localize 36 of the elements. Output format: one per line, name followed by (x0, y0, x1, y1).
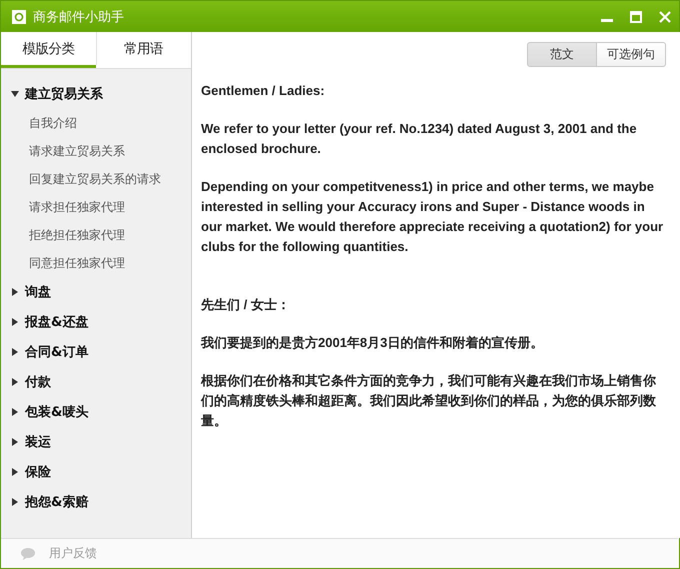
template-item[interactable]: 自我介绍 (11, 109, 191, 137)
collapsed-arrow-icon[interactable] (11, 468, 19, 476)
category-item[interactable]: 包装&唛头 (25, 403, 88, 421)
collapsed-arrow-icon[interactable] (11, 498, 19, 506)
template-item[interactable]: 拒绝担任独家代理 (11, 221, 191, 249)
category-item[interactable]: 付款 (25, 373, 51, 391)
view-toggle[interactable]: 可选例句 (597, 42, 666, 67)
category-item[interactable]: 装运 (25, 433, 51, 451)
category-item[interactable]: 询盘 (25, 283, 51, 301)
view-toggle[interactable]: 范文 (527, 42, 597, 67)
collapsed-arrow-icon[interactable] (11, 438, 19, 446)
letter-paragraph: Gentlemen / Ladies: (201, 82, 326, 100)
template-item[interactable]: 请求建立贸易关系 (11, 137, 191, 165)
collapsed-arrow-icon[interactable] (11, 318, 19, 326)
collapsed-arrow-icon[interactable] (11, 288, 19, 296)
close-icon[interactable] (659, 10, 671, 22)
category-item[interactable]: 合同&订单 (25, 343, 88, 361)
template-item[interactable]: 请求担任独家代理 (11, 193, 191, 221)
letter-paragraph: 先生们 / 女士： (201, 296, 291, 314)
template-item[interactable]: 同意担任独家代理 (11, 249, 191, 277)
category-item[interactable]: 保险 (25, 463, 51, 481)
window-title: 商务邮件小助手 (33, 8, 125, 26)
expanded-arrow-icon[interactable] (11, 90, 19, 98)
mail-logo-icon (11, 8, 27, 24)
collapsed-arrow-icon[interactable] (11, 378, 19, 386)
category-item[interactable]: 建立贸易关系 (25, 85, 103, 103)
letter-paragraph: 根据你们在价格和其它条件方面的竞争力，我们可能有兴趣在我们市场上销售你们的高精度铁头棒和超距离。我们因此希望收到你们的样品，为您的俱乐部列数量。 (201, 372, 657, 430)
letter-paragraph: Depending on your competitveness1) in price and other terms, we maybe interested in selling your Accuracy irons and Super - Distance woods in our market. We would therefore appreciate receiving a quotation2) for your clubs for the following quantities. (201, 178, 664, 256)
letter-paragraph: 我们要提到的是贵方2001年8月3日的信件和附着的宣传册。 (201, 334, 544, 352)
category-item[interactable]: 报盘&还盘 (25, 313, 88, 331)
collapsed-arrow-icon[interactable] (11, 348, 19, 356)
template-item[interactable]: 回复建立贸易关系的请求 (11, 165, 191, 193)
collapsed-arrow-icon[interactable] (11, 408, 19, 416)
letter-paragraph: We refer to your letter (your ref. No.1234) dated August 3, 2001 and the enclosed brochure. (201, 120, 638, 158)
maximize-icon[interactable] (630, 10, 642, 22)
category-item[interactable]: 抱怨&索赔 (25, 493, 88, 511)
